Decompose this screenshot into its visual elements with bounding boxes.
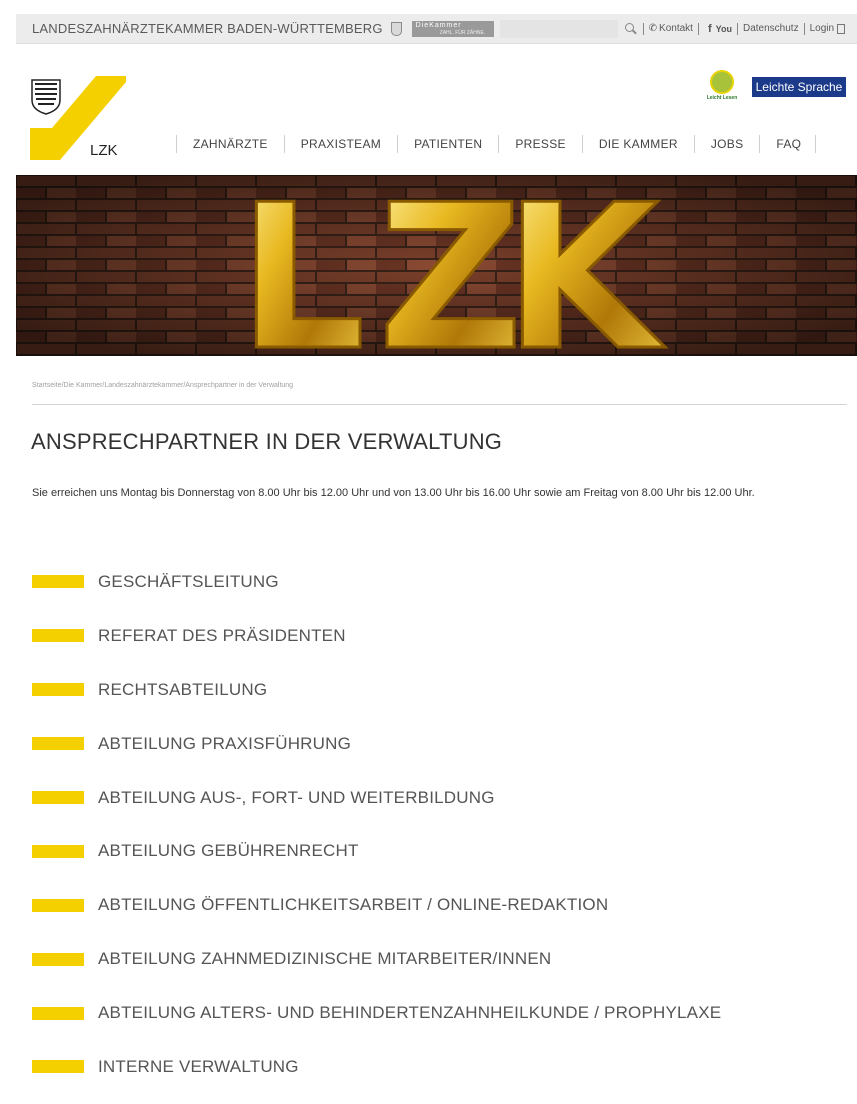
department-item[interactable]: GESCHÄFTSLEITUNG [32, 555, 847, 609]
accordion-bar-icon [32, 737, 84, 751]
youtube-icon[interactable]: You [716, 24, 732, 34]
search-input[interactable] [499, 19, 618, 38]
org-name[interactable]: LANDESZAHNÄRZTEKAMMER BADEN-WÜRTTEMBERG [32, 21, 383, 36]
divider [642, 22, 644, 35]
department-item[interactable]: ABTEILUNG ALTERS- UND BEHINDERTENZAHNHEI… [32, 986, 847, 1040]
leicht-lesen-badge[interactable]: Leicht Lesen [702, 70, 742, 110]
logo-text: LZK [90, 142, 118, 159]
nav-item-jobs[interactable]: JOBS [693, 135, 760, 153]
accordion-bar-icon [32, 791, 84, 804]
logo-graphic: LZK [30, 76, 126, 160]
page-title: ANSPRECHPARTNER IN DER VERWALTUNG [31, 429, 503, 454]
accordion-bar-icon [32, 844, 84, 858]
office-hours-text: Sie erreichen uns Montag bis Donnerstag … [32, 487, 755, 499]
divider [32, 404, 847, 405]
department-item[interactable]: RECHTSABTEILUNG [32, 663, 847, 717]
breadcrumb[interactable]: Startseite/Die Kammer/Landeszahnärztekam… [32, 382, 293, 389]
leichte-sprache-button[interactable]: Leichte Sprache [752, 77, 846, 97]
department-item[interactable]: ABTEILUNG ZAHNMEDIZINISCHE MITARBEITER/I… [32, 932, 847, 986]
accordion-bar-icon [32, 629, 84, 643]
divider [697, 22, 699, 35]
login-link[interactable]: Login [810, 23, 834, 34]
department-label: GESCHÄFTSLEITUNG [98, 571, 279, 591]
login-icon[interactable] [837, 23, 846, 34]
hero-letter-k: K [504, 175, 666, 356]
department-label: RECHTSABTEILUNG [98, 679, 268, 699]
department-item[interactable]: ABTEILUNG GEBÜHRENRECHT [32, 824, 847, 878]
accordion-bar-icon [32, 952, 84, 966]
accordion-bar-icon [32, 1006, 84, 1020]
die-kammer-badge[interactable]: DieKammer ZAHL. FÜR ZÄHNE. [411, 20, 494, 37]
department-label: ABTEILUNG PRAXISFÜHRUNG [98, 733, 352, 753]
nav-item-die-kammer[interactable]: DIE KAMMER [581, 135, 694, 153]
department-label: ABTEILUNG GEBÜHRENRECHT [98, 841, 359, 861]
datenschutz-link[interactable]: Datenschutz [743, 23, 799, 34]
hero-banner: L Z K [16, 175, 857, 356]
hero-image: L Z K [16, 175, 857, 356]
department-label: ABTEILUNG AUS-, FORT- UND WEITERBILDUNG [98, 787, 495, 807]
department-label: ABTEILUNG ALTERS- UND BEHINDERTENZAHNHEI… [98, 1003, 722, 1023]
department-list: GESCHÄFTSLEITUNG REFERAT DES PRÄSIDENTEN… [32, 555, 847, 1094]
department-label: REFERAT DES PRÄSIDENTEN [98, 625, 346, 645]
nav-item-patienten[interactable]: PATIENTEN [397, 135, 498, 153]
nav-item-zahnaerzte[interactable]: ZAHNÄRZTE [176, 135, 284, 153]
hero-letter-l: L [238, 175, 365, 356]
search-icon[interactable] [624, 22, 638, 36]
badge-title: DieKammer [415, 21, 462, 29]
department-item[interactable]: ABTEILUNG ÖFFENTLICHKEITSARBEIT / ONLINE… [32, 878, 847, 932]
department-label: ABTEILUNG ZAHNMEDIZINISCHE MITARBEITER/I… [98, 949, 552, 969]
divider [736, 22, 738, 35]
nav-item-faq[interactable]: FAQ [759, 135, 817, 153]
lzk-logo[interactable]: LZK [30, 76, 126, 160]
main-nav: ZAHNÄRZTE PRAXISTEAM PATIENTEN PRESSE DI… [176, 134, 817, 154]
department-label: ABTEILUNG ÖFFENTLICHKEITSARBEIT / ONLINE… [98, 895, 609, 915]
nav-item-praxisteam[interactable]: PRAXISTEAM [283, 135, 397, 153]
department-item[interactable]: REFERAT DES PRÄSIDENTEN [32, 609, 847, 663]
accordion-bar-icon [32, 575, 84, 589]
top-bar: LANDESZAHNÄRZTEKAMMER BADEN-WÜRTTEMBERG … [16, 14, 857, 44]
kontakt-link[interactable]: Kontakt [659, 23, 693, 34]
department-label: INTERNE VERWALTUNG [98, 1056, 299, 1076]
accordion-bar-icon [32, 1060, 84, 1074]
divider [803, 22, 805, 35]
leicht-lesen-icon [710, 70, 734, 94]
facebook-icon[interactable]: f [708, 23, 712, 35]
crest-mini-icon [390, 21, 402, 36]
hero-letter-z: Z [378, 175, 523, 356]
department-item[interactable]: ABTEILUNG PRAXISFÜHRUNG [32, 717, 847, 771]
department-item[interactable]: ABTEILUNG AUS-, FORT- UND WEITERBILDUNG [32, 771, 847, 825]
badge-subtitle: ZAHL. FÜR ZÄHNE. [439, 29, 486, 36]
department-item[interactable]: INTERNE VERWALTUNG [32, 1040, 847, 1094]
accordion-bar-icon [32, 898, 84, 912]
accordion-bar-icon [32, 683, 84, 697]
leicht-lesen-label: Leicht Lesen [706, 95, 738, 101]
nav-item-presse[interactable]: PRESSE [498, 135, 582, 153]
phone-icon: ✆ [648, 23, 658, 34]
